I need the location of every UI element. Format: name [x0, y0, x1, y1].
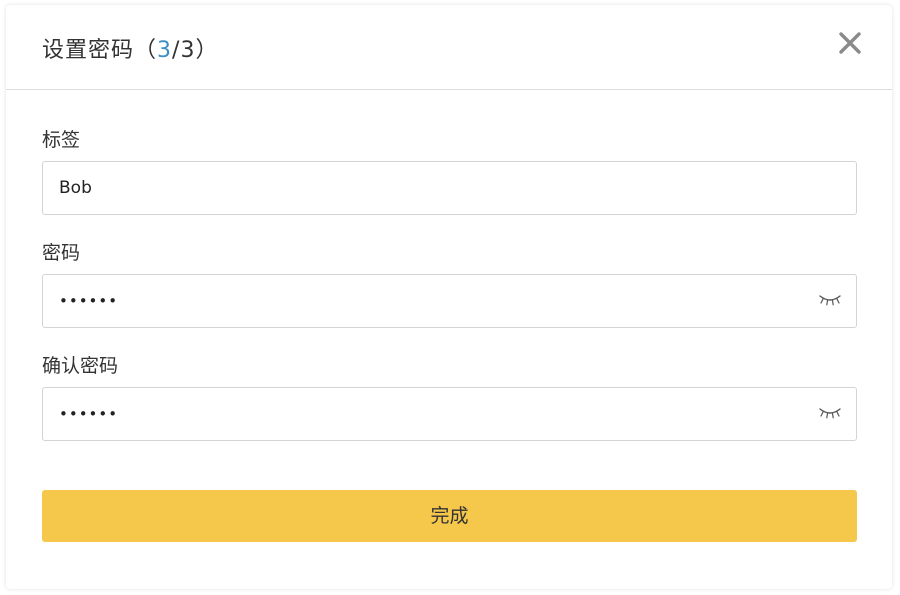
close-button[interactable] — [838, 31, 862, 55]
dialog-title: 设置密码（3/3） — [42, 32, 218, 64]
dialog-header: 设置密码（3/3） — [6, 5, 892, 90]
dialog-title-text: 设置密码 — [42, 38, 135, 63]
eye-closed-icon[interactable] — [818, 293, 842, 307]
confirm-password-field-label: 确认密码 — [42, 355, 119, 377]
confirm-password-input-value: •••••• — [59, 405, 119, 423]
step-open-paren: （ — [134, 38, 158, 63]
eye-closed-icon[interactable] — [818, 406, 842, 420]
password-input[interactable]: •••••• — [42, 274, 857, 328]
set-password-dialog: 设置密码（3/3） 标签 Bob 密码 •••••• 确认密码 •••••• 完… — [6, 5, 892, 589]
step-current: 3 — [157, 38, 173, 63]
label-field-label: 标签 — [42, 129, 81, 151]
password-field-label: 密码 — [42, 242, 81, 264]
step-total: 3 — [180, 38, 196, 63]
label-input-value: Bob — [59, 178, 92, 198]
close-icon — [839, 32, 861, 54]
label-input[interactable]: Bob — [42, 161, 857, 215]
password-input-value: •••••• — [59, 292, 119, 310]
step-close-paren: ） — [195, 38, 219, 63]
finish-button[interactable]: 完成 — [42, 490, 857, 542]
confirm-password-input[interactable]: •••••• — [42, 387, 857, 441]
